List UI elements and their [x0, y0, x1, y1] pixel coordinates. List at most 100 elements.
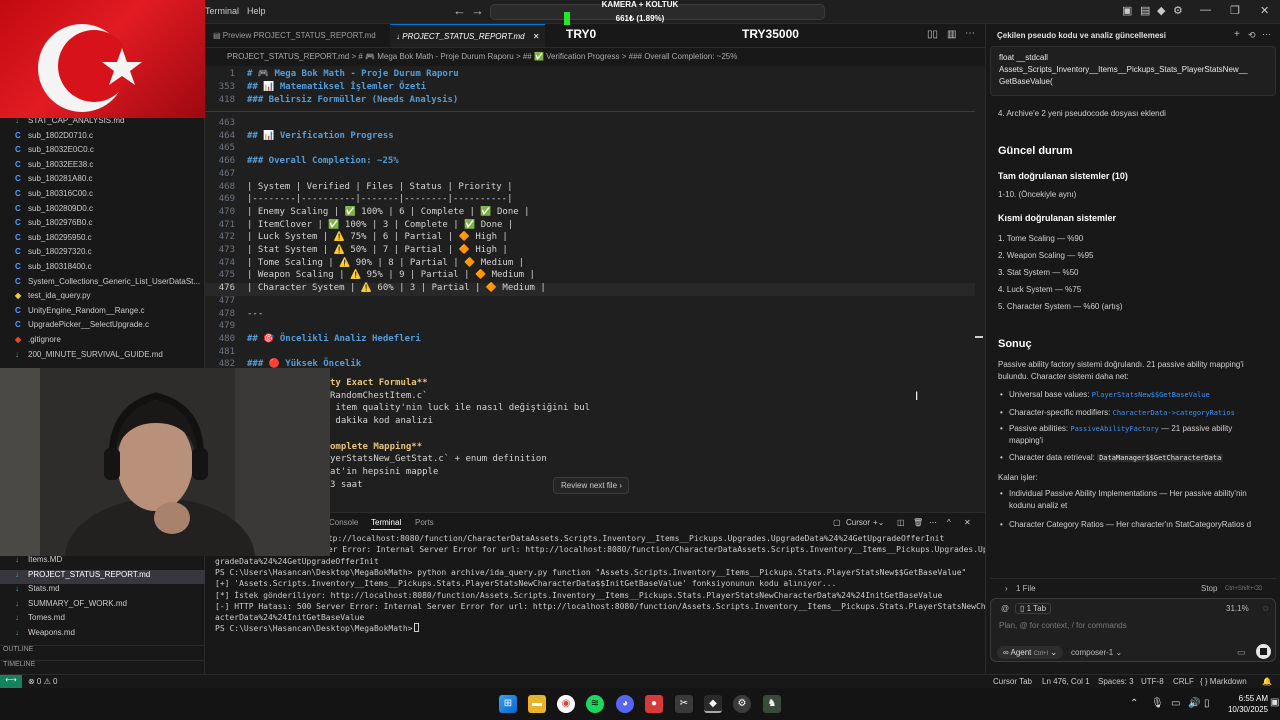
cursor-position[interactable]: Ln 476, Col 1: [1042, 677, 1090, 686]
bullet-code-ref[interactable]: DataManager$$GetCharacterData: [1097, 454, 1224, 462]
file-item[interactable]: ↓ Items.MD: [0, 555, 205, 569]
code-line[interactable]: 466 ### Overall Completion: ~25%: [205, 156, 975, 169]
breadcrumb[interactable]: PROJECT_STATUS_REPORT.md > # 🎮 Mega Bok …: [205, 48, 985, 66]
terminal-name[interactable]: Cursor: [846, 518, 870, 527]
notifications-bell-icon[interactable]: 🔔: [1262, 677, 1272, 686]
file-item[interactable]: Csub_180297320.c: [0, 247, 205, 261]
sticky-scroll-line[interactable]: 1 # 🎮 Mega Bok Math - Proje Durum Raporu: [205, 69, 975, 82]
files-changed-bar[interactable]: › 1 File Stop Ctrl+Shift+⌫: [990, 578, 1276, 596]
capcut-icon[interactable]: ✂: [675, 695, 693, 713]
model-selector[interactable]: composer-1 ⌄: [1071, 648, 1122, 657]
open-preview-icon[interactable]: ▥: [947, 29, 956, 40]
discord-icon[interactable]: ◕: [616, 695, 634, 713]
tab-console[interactable]: Console: [329, 518, 358, 527]
file-item[interactable]: ◆ test_ida_query.py: [0, 291, 205, 305]
file-item[interactable]: C System_Collections_Generic_List_UserDat…: [0, 277, 205, 291]
code-line[interactable]: 468 | System | Verified | Files | Status …: [205, 182, 975, 195]
notification-center-icon[interactable]: ▣: [1270, 697, 1279, 708]
bullet-code-ref[interactable]: CharacterData->categoryRatios: [1113, 409, 1235, 417]
file-item[interactable]: Csub_1802809D0.c: [0, 204, 205, 218]
code-line[interactable]: 481: [205, 347, 975, 360]
file-item[interactable]: C UpgradePicker__SelectUpgrade.c: [0, 320, 205, 334]
microphone-icon[interactable]: 🎙: [1151, 698, 1164, 709]
volume-icon[interactable]: 🔊: [1188, 698, 1200, 709]
tab-terminal[interactable]: Terminal: [371, 518, 402, 530]
new-chat-icon[interactable]: +: [1234, 29, 1240, 40]
code-line[interactable]: 475 | Weapon Scaling | ⚠️ 95% | 9 | Parti…: [205, 270, 975, 283]
obs-recording-icon[interactable]: ●: [645, 695, 663, 713]
battery-icon[interactable]: ▯: [1204, 698, 1210, 709]
timeline-section[interactable]: TIMELINE: [0, 660, 205, 674]
more-actions-icon[interactable]: ⋯: [965, 28, 975, 39]
kill-terminal-icon[interactable]: 🗑: [913, 518, 923, 527]
file-item[interactable]: Csub_18032E0C0.c: [0, 145, 205, 159]
code-line[interactable]: 469 |--------|----------|-------|--------…: [205, 194, 975, 207]
code-line[interactable]: 472 | Luck System | ⚠️ 75% | 6 | Partial …: [205, 232, 975, 245]
code-line[interactable]: 476 | Character System | ⚠️ 60% | 3 | Par…: [205, 283, 975, 297]
bullet-code-ref[interactable]: PlayerStatsNew$$GetBaseValue: [1092, 391, 1210, 399]
mention-icon[interactable]: @: [1001, 604, 1009, 613]
sticky-scroll-line[interactable]: 418 ### Belirsiz Formüller (Needs Analysi…: [205, 95, 975, 108]
history-icon[interactable]: ⟲: [1248, 30, 1256, 41]
file-item[interactable]: ↓ Tomes.md: [0, 613, 205, 627]
tab-report[interactable]: ↓ PROJECT_STATUS_REPORT.md ✕: [390, 24, 545, 47]
file-item[interactable]: ↓ Stats.md: [0, 584, 205, 598]
indentation[interactable]: Spaces: 3: [1098, 677, 1134, 686]
file-item[interactable]: ↓ SUMMARY_OF_WORK.md: [0, 599, 205, 613]
encoding[interactable]: UTF-8: [1141, 677, 1164, 686]
stop-generation-button[interactable]: [1256, 644, 1271, 659]
network-icon[interactable]: ▭: [1171, 698, 1180, 709]
code-line[interactable]: 477: [205, 296, 975, 309]
cursor-app-icon[interactable]: ◆: [704, 695, 722, 713]
file-item[interactable]: ↓ STAT_CAP_ANALYSIS.md: [0, 116, 205, 130]
code-line[interactable]: 479: [205, 321, 975, 334]
more-panel-icon[interactable]: ⋯: [929, 518, 937, 527]
split-editor-icon[interactable]: ▯▯: [927, 29, 938, 40]
outline-section[interactable]: OUTLINE: [0, 645, 205, 659]
context-tab-chip[interactable]: ▯ 1 Tab: [1015, 603, 1052, 614]
code-line[interactable]: 473 | Stat System | ⚠️ 50% | 7 | Partial …: [205, 245, 975, 258]
line-ending[interactable]: CRLF: [1173, 677, 1194, 686]
file-item[interactable]: Csub_18032EE38.c: [0, 160, 205, 174]
code-line[interactable]: 463: [205, 118, 975, 131]
maximize-panel-icon[interactable]: ^: [947, 518, 951, 527]
file-item[interactable]: C UnityEngine_Random__Range.c: [0, 306, 205, 320]
file-item[interactable]: ↓ 200_MINUTE_SURVIVAL_GUIDE.md: [0, 350, 205, 364]
file-item[interactable]: ↓ Weapons.md: [0, 628, 205, 642]
terminal-profile-icon[interactable]: ▢: [833, 518, 841, 527]
file-item[interactable]: Csub_180295950.c: [0, 233, 205, 247]
file-item[interactable]: Csub_180281A80.c: [0, 174, 205, 188]
close-tab-icon[interactable]: ✕: [533, 32, 540, 41]
taskbar-clock[interactable]: 6:55 AM 10/30/2025: [1220, 693, 1268, 715]
language-mode[interactable]: { } Markdown: [1200, 677, 1247, 686]
code-line[interactable]: 467: [205, 169, 975, 182]
file-explorer-icon[interactable]: ▬: [528, 695, 546, 713]
code-line[interactable]: 465: [205, 143, 975, 156]
file-item[interactable]: ↓ PROJECT_STATUS_REPORT.md: [0, 569, 205, 584]
steam-icon[interactable]: ⚙: [733, 695, 751, 713]
sticky-scroll-line[interactable]: 353 ## 📊 Matematiksel İşlemler Özeti: [205, 82, 975, 95]
code-line[interactable]: 474 | Tome Scaling | ⚠️ 90% | 8 | Partial…: [205, 258, 975, 271]
game-app-icon[interactable]: ♞: [763, 695, 781, 713]
file-item[interactable]: Csub_180316C00.c: [0, 189, 205, 203]
stop-button[interactable]: Stop: [1201, 584, 1217, 593]
agent-mode-selector[interactable]: ∞ Agent Ctrl+I ⌄: [997, 646, 1064, 659]
problems-indicator[interactable]: ⊗ 0 ⚠ 0: [28, 677, 57, 686]
chat-input-box[interactable]: @ ▯ 1 Tab 31.1% ◌ Plan, @ for context, /…: [990, 598, 1276, 662]
chrome-icon[interactable]: ◉: [557, 695, 575, 713]
chat-input-placeholder[interactable]: Plan, @ for context, / for commands: [999, 621, 1127, 630]
remote-indicator[interactable]: ⟷: [0, 675, 22, 689]
file-item[interactable]: Csub_180318400.c: [0, 262, 205, 276]
spotify-icon[interactable]: ≋: [586, 695, 604, 713]
chat-more-icon[interactable]: ⋯: [1262, 29, 1271, 40]
review-next-file-button[interactable]: Review next file ›: [553, 477, 629, 494]
tray-overflow-icon[interactable]: ⌃: [1130, 698, 1138, 709]
new-terminal-icon[interactable]: +⌄: [873, 518, 884, 527]
code-line[interactable]: 470 | Enemy Scaling | ✅ 100% | 6 | Comple…: [205, 207, 975, 220]
code-line[interactable]: 471 | ItemClover | ✅ 100% | 3 | Complete …: [205, 220, 975, 233]
code-line[interactable]: 480 ## 🎯 Öncelikli Analiz Hedefleri: [205, 334, 975, 347]
close-panel-icon[interactable]: ✕: [964, 518, 971, 527]
code-line[interactable]: 478 ---: [205, 309, 975, 322]
split-terminal-icon[interactable]: ◫: [897, 518, 905, 527]
file-item[interactable]: Csub_1802976B0.c: [0, 218, 205, 232]
